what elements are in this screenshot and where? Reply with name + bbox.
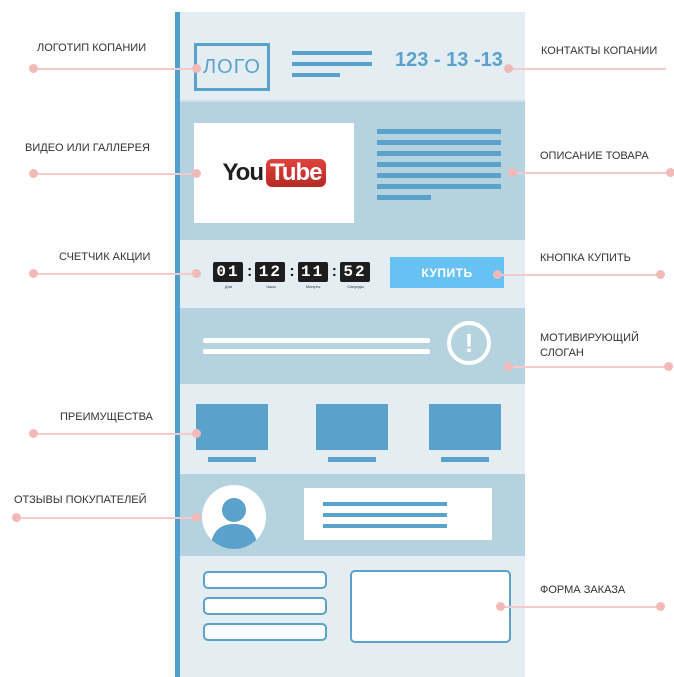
timer-caption: Минуты xyxy=(305,284,321,289)
logo-placeholder: ЛОГО xyxy=(194,43,270,91)
pointer-dot xyxy=(192,269,201,278)
label-contacts: КОНТАКТЫ КОПАНИИ xyxy=(541,45,658,57)
review-line xyxy=(323,524,447,528)
page-edge xyxy=(175,12,180,677)
label-buy-button: КНОПКА КУПИТЬ xyxy=(540,252,631,264)
pointer-dot xyxy=(493,270,502,279)
form-field[interactable] xyxy=(203,597,327,615)
label-slogan-line2: СЛОГАН xyxy=(540,347,584,359)
video-placeholder: You Tube xyxy=(194,123,354,223)
pointer-dot xyxy=(508,168,517,177)
label-slogan-line1: МОТИВИРУЮЩИЙ xyxy=(540,332,639,344)
countdown-timer: 01 Дни : 12 Часы : 11 Минуты : 52 Секунд… xyxy=(213,262,375,289)
pointer-line xyxy=(17,517,197,519)
timer-digits: 12 xyxy=(255,262,286,282)
pointer-dot xyxy=(192,169,201,178)
timer-days: 01 Дни xyxy=(213,262,244,289)
pointer-dot xyxy=(496,602,505,611)
pointer-dot xyxy=(504,64,513,73)
pointer-dot xyxy=(656,270,665,279)
header-text-line xyxy=(292,62,372,66)
pointer-line xyxy=(508,68,666,70)
pointer-dot xyxy=(504,362,513,371)
buy-button[interactable]: КУПИТЬ xyxy=(390,257,504,288)
advantage-image xyxy=(429,404,501,450)
timer-hours: 12 Часы xyxy=(255,262,286,289)
label-counter: СЧЕТЧИК АКЦИИ xyxy=(59,251,151,263)
timer-digits: 01 xyxy=(213,262,243,282)
label-video: ВИДЕО ИЛИ ГАЛЛЕРЕЯ xyxy=(25,142,150,154)
pointer-line xyxy=(512,172,670,174)
pointer-line xyxy=(500,606,660,608)
advantage-image xyxy=(316,404,388,450)
review-line xyxy=(323,513,447,517)
timer-minutes: 11 Минуты xyxy=(297,262,329,289)
company-phone: 123 - 13 -13 xyxy=(395,49,503,71)
advantage-image xyxy=(196,404,268,450)
pointer-dot xyxy=(29,169,38,178)
header-text-line xyxy=(292,73,340,77)
header-text-line xyxy=(292,51,372,55)
user-silhouette-icon xyxy=(202,485,266,549)
description-line xyxy=(377,151,501,156)
pointer-line xyxy=(34,433,196,435)
description-line xyxy=(377,129,501,134)
pointer-line xyxy=(508,366,668,368)
pointer-dot xyxy=(192,513,201,522)
pointer-dot xyxy=(666,168,674,177)
form-message-field[interactable] xyxy=(350,570,511,643)
timer-seconds: 52 Секунды xyxy=(339,262,371,289)
label-order-form: ФОРМА ЗАКАЗА xyxy=(540,584,626,596)
pointer-line xyxy=(34,68,196,70)
pointer-dot xyxy=(656,602,665,611)
advantage-caption xyxy=(208,457,256,462)
advantage-caption xyxy=(441,457,489,462)
pointer-dot xyxy=(192,64,201,73)
label-logo: ЛОГОТИП КОПАНИИ xyxy=(37,42,147,54)
pointer-line xyxy=(497,274,662,276)
description-line xyxy=(377,162,501,167)
label-advantages: ПРЕИМУЩЕСТВА xyxy=(60,411,153,423)
pointer-dot xyxy=(29,429,38,438)
timer-caption: Дни xyxy=(224,284,233,289)
review-line xyxy=(323,502,447,506)
description-line xyxy=(377,173,501,178)
description-line xyxy=(377,140,501,145)
pointer-dot xyxy=(29,269,38,278)
advantage-caption xyxy=(328,457,376,462)
youtube-logo-tube: Tube xyxy=(266,159,326,187)
youtube-logo: You xyxy=(222,159,264,186)
slogan-line xyxy=(203,349,430,354)
pointer-line xyxy=(34,273,196,275)
label-description: ОПИСАНИЕ ТОВАРА xyxy=(540,150,649,162)
timer-caption: Секунды xyxy=(347,284,364,289)
timer-caption: Часы xyxy=(265,284,276,289)
slogan-line xyxy=(203,338,430,343)
pointer-dot xyxy=(12,513,21,522)
form-field[interactable] xyxy=(203,571,327,589)
pointer-dot xyxy=(664,362,673,371)
description-line xyxy=(377,184,501,189)
timer-digits: 11 xyxy=(297,262,328,282)
pointer-line xyxy=(34,173,196,175)
description-line xyxy=(377,195,431,200)
pointer-dot xyxy=(192,429,201,438)
form-field[interactable] xyxy=(203,623,327,641)
label-reviews: ОТЗЫВЫ ПОКУПАТЕЛЕЙ xyxy=(14,494,147,506)
pointer-dot xyxy=(29,64,38,73)
exclamation-circle-icon: ! xyxy=(447,321,491,365)
timer-digits: 52 xyxy=(339,262,370,282)
